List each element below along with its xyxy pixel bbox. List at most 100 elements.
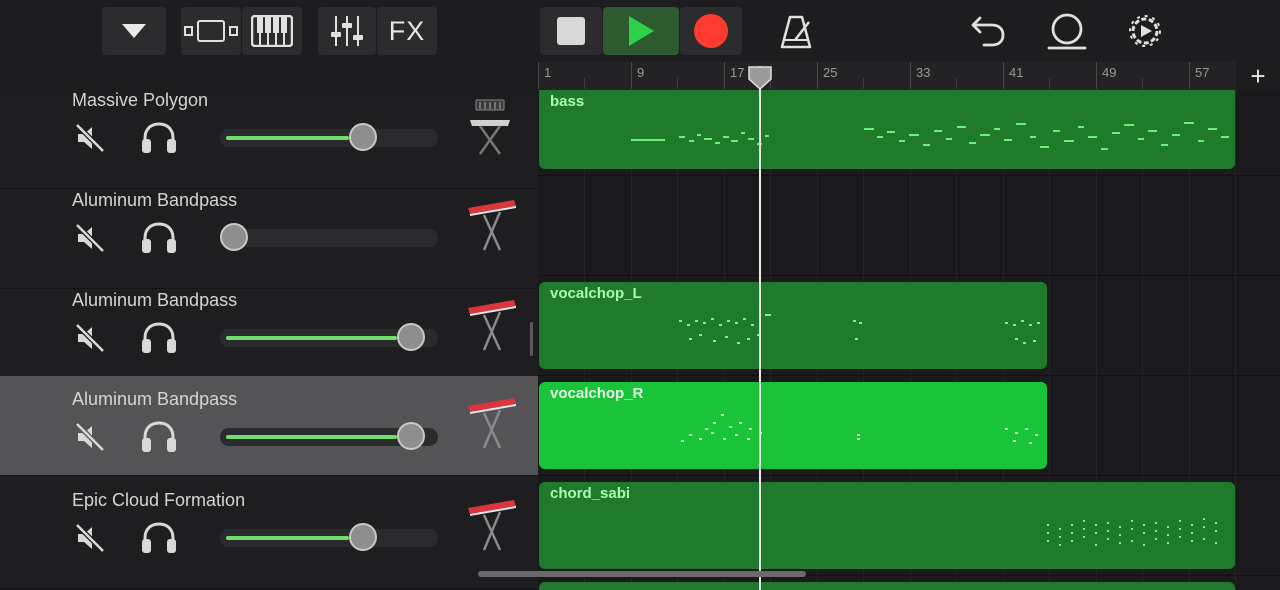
ruler-marker: 57 [1195, 65, 1210, 80]
keyboard-stand-icon[interactable] [466, 98, 514, 158]
tracks-dropdown-icon [122, 24, 146, 38]
panel-resize-handle[interactable] [530, 322, 533, 356]
keyboard-button[interactable] [242, 7, 302, 55]
volume-knob[interactable] [396, 323, 425, 351]
volume-slider[interactable] [220, 523, 438, 551]
headphones-icon[interactable] [140, 420, 178, 454]
top-toolbar: FX [0, 0, 1280, 62]
playhead-line [759, 66, 761, 590]
ruler-tick [1049, 78, 1050, 89]
track-name: Aluminum Bandpass [72, 190, 238, 210]
volume-fill [226, 136, 350, 140]
keyboard-icon [251, 15, 293, 47]
settings-button[interactable] [1126, 12, 1164, 55]
ruler-tick [956, 78, 957, 89]
lane-divider [538, 375, 1280, 376]
volume-knob[interactable] [349, 523, 378, 551]
ruler-tick [1096, 62, 1097, 89]
headphones-icon[interactable] [140, 221, 178, 255]
volume-slider[interactable] [220, 323, 438, 351]
track-headers: Massive Polygon Aluminum Bandpass Alumin… [0, 90, 538, 590]
record-button[interactable] [680, 7, 742, 55]
ruler-marker: 17 [730, 65, 745, 80]
mute-icon[interactable] [74, 122, 106, 154]
mute-icon[interactable] [74, 222, 106, 254]
region-partial[interactable] [539, 582, 1235, 590]
ruler-tick [863, 78, 864, 89]
ruler-tick [1142, 78, 1143, 89]
tracks-dropdown-button[interactable] [102, 7, 166, 55]
lane-divider [538, 275, 1280, 276]
ruler-marker: 25 [823, 65, 838, 80]
headphones-icon[interactable] [140, 121, 178, 155]
headphones-icon[interactable] [140, 521, 178, 555]
region-vocalchop-r[interactable]: vocalchop_R [539, 382, 1047, 469]
ruler-marker: 49 [1102, 65, 1117, 80]
playhead-handle[interactable] [748, 66, 772, 90]
volume-knob[interactable] [349, 123, 378, 151]
red-synth-icon[interactable] [466, 298, 518, 354]
red-synth-icon[interactable] [466, 498, 518, 554]
mixer-icon [331, 16, 363, 46]
mute-icon[interactable] [74, 322, 106, 354]
midi-notes [681, 414, 1038, 444]
loop-icon [1047, 13, 1087, 50]
volume-fill [226, 336, 397, 340]
track-view-icon [184, 20, 238, 42]
midi-notes [631, 122, 1229, 150]
lane-divider [538, 475, 1280, 476]
stop-button[interactable] [540, 7, 602, 55]
loop-button[interactable] [1046, 12, 1088, 57]
track-name: Aluminum Bandpass [72, 389, 238, 409]
track-name: Aluminum Bandpass [72, 290, 238, 310]
add-track-button[interactable]: + [1236, 62, 1280, 90]
midi-notes [1047, 518, 1217, 546]
red-synth-icon[interactable] [466, 396, 518, 452]
track-header-aluminum-bandpass-2[interactable]: Aluminum Bandpass [0, 290, 538, 389]
volume-knob[interactable] [396, 422, 425, 450]
ruler-marker: 9 [637, 65, 645, 80]
arrangement-area[interactable]: bass vocalchop_L vocalchop_R chord_sabi [538, 90, 1280, 590]
fx-button[interactable]: FX [377, 7, 437, 55]
track-header-massive-polygon[interactable]: Massive Polygon [0, 90, 538, 189]
horizontal-scrollbar[interactable] [478, 571, 806, 577]
track-header-aluminum-bandpass-3[interactable]: Aluminum Bandpass [0, 376, 538, 476]
volume-knob[interactable] [220, 223, 248, 251]
track-name: Massive Polygon [72, 90, 209, 110]
track-header-epic-cloud-formation[interactable]: Epic Cloud Formation [0, 490, 538, 589]
fx-label: FX [388, 15, 426, 46]
region-chord-sabi[interactable]: chord_sabi [539, 482, 1235, 569]
record-icon [694, 14, 728, 48]
undo-button[interactable] [970, 14, 1006, 53]
ruler-tick [584, 78, 585, 89]
play-button[interactable] [603, 7, 679, 55]
ruler-tick [538, 62, 539, 89]
track-header-aluminum-bandpass-1[interactable]: Aluminum Bandpass [0, 190, 538, 289]
region-bass[interactable]: bass [539, 90, 1235, 169]
track-view-button[interactable] [181, 7, 241, 55]
lane-divider [538, 175, 1280, 176]
ruler-marker: 1 [544, 65, 552, 80]
headphones-icon[interactable] [140, 321, 178, 355]
metronome-icon [780, 15, 812, 49]
volume-fill [226, 536, 350, 540]
mixer-button[interactable] [318, 7, 376, 55]
volume-slider[interactable] [220, 123, 438, 151]
ruler-marker: 41 [1009, 65, 1024, 80]
red-synth-icon[interactable] [466, 198, 518, 254]
play-icon [629, 16, 654, 46]
ruler-tick [677, 78, 678, 89]
grid-line [1235, 90, 1236, 590]
ruler-tick [1003, 62, 1004, 89]
ruler-tick [817, 62, 818, 89]
metronome-button[interactable] [778, 14, 814, 55]
volume-slider[interactable] [220, 422, 438, 450]
volume-slider[interactable] [220, 223, 438, 251]
ruler-tick [910, 62, 911, 89]
ruler-tick [724, 62, 725, 89]
stop-icon [557, 17, 585, 45]
region-vocalchop-l[interactable]: vocalchop_L [539, 282, 1047, 369]
mute-icon[interactable] [74, 522, 106, 554]
timeline-ruler[interactable]: 1 9 17 25 33 41 49 57 + [538, 62, 1280, 91]
mute-icon[interactable] [74, 421, 106, 453]
